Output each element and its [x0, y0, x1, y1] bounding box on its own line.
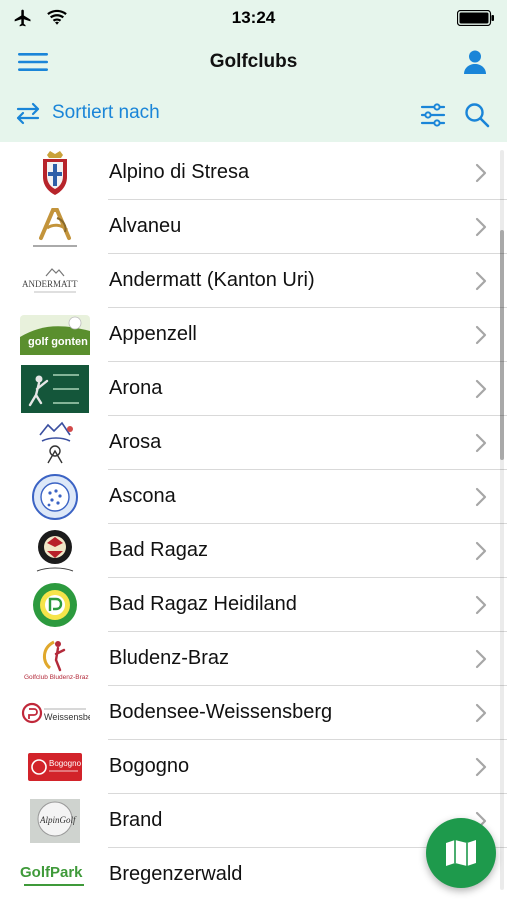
chevron-right-icon — [475, 595, 487, 615]
chevron-right-icon — [475, 163, 487, 183]
chevron-right-icon — [475, 271, 487, 291]
chevron-right-icon — [475, 487, 487, 507]
chevron-right-icon — [475, 325, 487, 345]
club-name: Brand — [109, 809, 163, 831]
chevron-right-icon — [475, 379, 487, 399]
golfpark-bregenzerwald-logo: GolfPark — [20, 851, 90, 899]
club-name: Bodensee-Weissensberg — [109, 701, 333, 723]
club-name: Alpino di Stresa — [109, 161, 250, 183]
club-name: Bregenzerwald — [109, 863, 243, 885]
bludenz-logo-text: Golfclub Bludenz-Braz — [24, 674, 89, 681]
scrollbar-thumb[interactable] — [500, 230, 504, 460]
page-title: Golfclubs — [209, 51, 298, 72]
status-left-icons — [12, 8, 68, 28]
list-item[interactable]: Bogogno Bogogno — [0, 740, 507, 794]
club-name: Alvaneu — [109, 215, 182, 237]
chevron-right-icon — [475, 703, 487, 723]
golfclub-bludenz-braz-logo: Golfclub Bludenz-Braz — [20, 635, 90, 683]
alpengolf-brand-logo: AlpinGolf — [20, 797, 90, 845]
golf-gonten-logo: golf gonten — [20, 311, 90, 359]
club-name: Bogogno — [109, 755, 190, 777]
list-item[interactable]: ANDERMATT Andermatt (Kanton Uri) — [0, 254, 507, 308]
crest-logo — [20, 149, 90, 197]
weissensberg-logo-text: Weissensberg — [44, 712, 90, 722]
scrollbar[interactable] — [500, 150, 504, 890]
sort-arrows-icon — [16, 102, 40, 125]
list-item[interactable]: Bad Ragaz — [0, 524, 507, 578]
andermatt-logo-text: ANDERMATT — [22, 279, 78, 289]
list-item[interactable]: Weissensberg Bodensee-Weissensberg — [0, 686, 507, 740]
airplane-icon — [14, 9, 31, 27]
club-name: Arosa — [109, 431, 162, 453]
list-item[interactable]: Arosa — [0, 416, 507, 470]
arona-golf-club-logo — [20, 365, 90, 413]
wifi-icon — [47, 9, 67, 25]
list-item[interactable]: Golfclub Bludenz-Braz Bludenz-Braz — [0, 632, 507, 686]
list-item[interactable]: Arona — [0, 362, 507, 416]
club-name: Bad Ragaz — [109, 539, 208, 561]
chevron-right-icon — [475, 217, 487, 237]
map-icon — [446, 840, 476, 866]
list-item[interactable]: Alvaneu — [0, 200, 507, 254]
bogogno-golf-resort-logo: Bogogno — [20, 743, 90, 791]
andermatt-wordmark-logo: ANDERMATT — [20, 257, 90, 305]
golfclubs-screen: 13:24 Golfclubs Sortiert nach Alpino di … — [0, 0, 507, 900]
bad-ragaz-badge-logo — [20, 527, 90, 575]
user-profile-icon[interactable] — [461, 48, 489, 76]
club-name: Appenzell — [109, 323, 197, 345]
status-bar: 13:24 — [0, 0, 507, 36]
golfclub-list: Alpino di Stresa Alvaneu ANDERMATT Ander… — [0, 146, 507, 900]
gonten-logo-text: golf gonten — [28, 336, 88, 348]
alpingolf-logo-text: AlpinGolf — [39, 815, 77, 825]
club-name: Bludenz-Braz — [109, 647, 230, 669]
golfpark-logo-text: GolfPark — [20, 864, 83, 881]
club-name: Andermatt (Kanton Uri) — [109, 269, 315, 291]
list-item[interactable]: golf gonten Appenzell — [0, 308, 507, 362]
sort-button[interactable]: Sortiert nach — [14, 101, 160, 125]
status-time: 13:24 — [231, 8, 276, 27]
hamburger-menu-icon[interactable] — [18, 50, 48, 74]
list-item[interactable]: Ascona — [0, 470, 507, 524]
club-name: Ascona — [109, 485, 176, 507]
battery-icon — [456, 9, 495, 31]
gold-monogram-logo — [20, 203, 90, 251]
chevron-right-icon — [475, 649, 487, 669]
chevron-right-icon — [475, 757, 487, 777]
chevron-right-icon — [475, 541, 487, 561]
filter-sliders-icon[interactable] — [419, 101, 447, 129]
chevron-right-icon — [475, 433, 487, 453]
list-item[interactable]: Bad Ragaz Heidiland — [0, 578, 507, 632]
golf-club-patriziale-ascona-logo — [20, 473, 90, 521]
list-item[interactable]: Alpino di Stresa — [0, 146, 507, 200]
sort-label: Sortiert nach — [52, 102, 160, 123]
club-name: Bad Ragaz Heidiland — [109, 593, 297, 615]
sort-filter-bar: Sortiert nach — [0, 88, 507, 142]
search-icon[interactable] — [463, 101, 491, 129]
map-view-button[interactable] — [426, 818, 496, 888]
golf-club-heidiland-logo — [20, 581, 90, 629]
arosa-golf-logo — [20, 419, 90, 467]
bogogno-logo-text: Bogogno — [49, 759, 82, 768]
club-name: Arona — [109, 377, 163, 399]
golfclub-bodensee-weissensberg-logo: Weissensberg — [20, 689, 90, 737]
navigation-bar: Golfclubs — [0, 36, 507, 88]
